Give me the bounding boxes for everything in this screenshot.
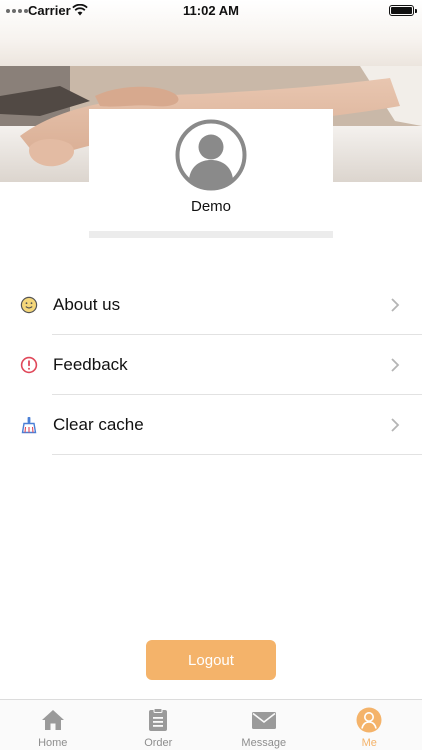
avatar-icon[interactable]: [175, 119, 247, 191]
envelope-icon: [251, 712, 276, 729]
home-icon: [41, 710, 64, 730]
chevron-right-icon: [391, 418, 400, 432]
tab-bar: Home Order Message Me: [0, 699, 422, 750]
clipboard-icon: [149, 708, 168, 731]
menu-item-about-us[interactable]: About us: [0, 275, 422, 335]
tab-home[interactable]: Home: [0, 700, 106, 750]
tab-label-message: Message: [241, 737, 287, 749]
logout-button[interactable]: Logout: [146, 640, 276, 680]
battery-icon: [389, 5, 417, 16]
tab-label-order: Order: [144, 737, 173, 749]
chevron-right-icon: [391, 358, 400, 372]
tab-me[interactable]: Me: [317, 700, 422, 750]
menu-item-clear-cache[interactable]: Clear cache: [0, 395, 422, 455]
tab-label-me: Me: [361, 737, 377, 749]
tab-message[interactable]: Message: [211, 700, 317, 750]
chevron-right-icon: [391, 298, 400, 312]
menu-label-clear-cache: Clear cache: [53, 415, 144, 434]
profile-divider: [89, 231, 333, 238]
broom-icon: [21, 417, 37, 434]
profile-card: Demo: [89, 109, 333, 235]
menu-label-feedback: Feedback: [53, 355, 128, 374]
menu-item-feedback[interactable]: Feedback: [0, 335, 422, 395]
menu-label-about-us: About us: [53, 295, 121, 314]
user-icon: [356, 707, 382, 733]
alert-circle-icon: [20, 356, 38, 374]
username: Demo: [190, 198, 231, 215]
divider: [52, 454, 422, 455]
settings-menu: About us Feedback Clear cache: [0, 275, 422, 455]
tab-order[interactable]: Order: [106, 700, 212, 750]
tab-label-home: Home: [38, 737, 68, 749]
status-bar: Carrier 11:02 AM: [0, 0, 422, 22]
smiley-icon: [20, 296, 38, 314]
status-time: 11:02 AM: [183, 3, 239, 18]
